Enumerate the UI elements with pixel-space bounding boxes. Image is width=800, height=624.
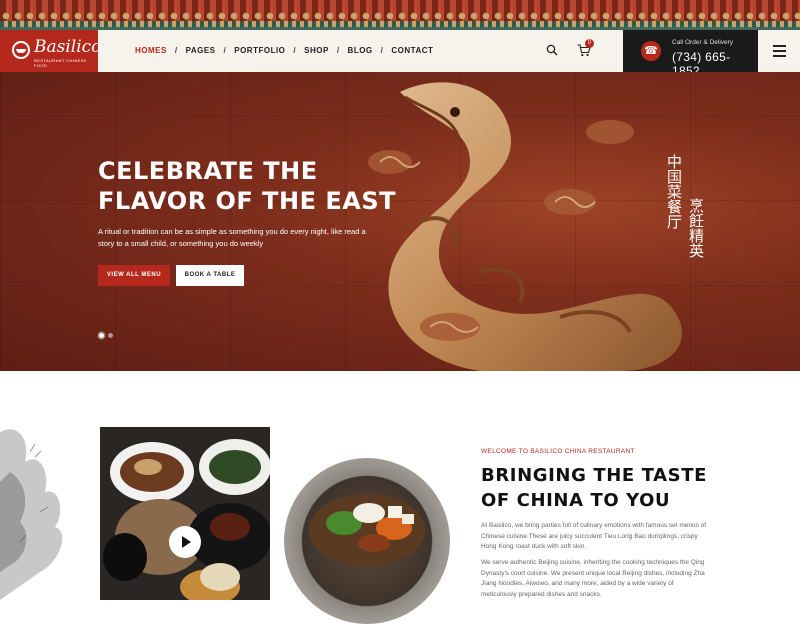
hamburger-menu-icon[interactable] [758,30,800,72]
about-paragraph-2: We serve authentic Beijing cuisine, inhe… [481,559,705,598]
bowl-logo-icon [12,41,30,59]
play-icon[interactable] [169,526,201,558]
hero-subtitle: A ritual or tradition can be as simple a… [98,227,366,248]
slider-dot-1[interactable] [99,333,104,338]
call-label: Call Order & Delivery [672,39,734,46]
hero-slider: 中国菜餐厅 烹飪精英 CELEBRATE THE FLAVOR OF THE E… [0,72,800,371]
nav-separator: / [293,46,297,55]
calligraphy-column-2: 烹飪精英 [687,198,705,258]
phone-icon: ☎ [641,41,661,61]
food-photo [100,427,270,600]
calligraphy-column-1: 中国菜餐厅 [665,154,683,229]
roof-tile-banner [0,0,800,30]
nav-item-contact[interactable]: CONTACT [391,46,433,55]
bibimbap-bowl-image [284,458,450,624]
bowl-dish-illustration [309,494,425,566]
call-order-box[interactable]: ☎ Call Order & Delivery (734) 665-1852 [623,30,758,78]
nav-item-homes[interactable]: HOMES [135,46,167,55]
site-header: Basilico RESTAURANT CHINESE FOOD HOMES /… [0,30,800,78]
cart-count-badge: 0 [585,39,594,48]
book-a-table-button[interactable]: BOOK A TABLE [176,265,244,286]
nav-item-portfolio[interactable]: PORTFOLIO [234,46,285,55]
hero-title: CELEBRATE THE FLAVOR OF THE EAST [98,157,397,215]
logo-tagline: RESTAURANT CHINESE FOOD [34,58,87,68]
about-title: BRINGING THE TASTE OF CHINA TO YOU [481,465,707,511]
slider-dots [99,333,113,338]
nav-separator: / [336,46,340,55]
nav-item-blog[interactable]: BLOG [348,46,373,55]
view-all-menu-button[interactable]: VIEW ALL MENU [98,265,170,286]
logo[interactable]: Basilico RESTAURANT CHINESE FOOD [0,30,102,72]
nav-item-pages[interactable]: PAGES [186,46,216,55]
slider-dot-2[interactable] [108,333,113,338]
food-dishes-image [100,427,270,600]
nav-separator: / [174,46,178,55]
logo-name: Basilico [34,37,102,57]
nav-item-shop[interactable]: SHOP [304,46,329,55]
about-paragraph-1: At Basilico, we bring parties full of cu… [481,522,707,550]
nav-separator: / [380,46,384,55]
ink-landscape-painting [0,429,63,600]
nav-separator: / [223,46,227,55]
search-icon[interactable] [546,44,558,56]
welcome-label: WELCOME TO BASILICO CHINA RESTAURANT [481,448,635,455]
main-nav: HOMES / PAGES / PORTFOLIO / SHOP / BLOG … [135,46,433,55]
